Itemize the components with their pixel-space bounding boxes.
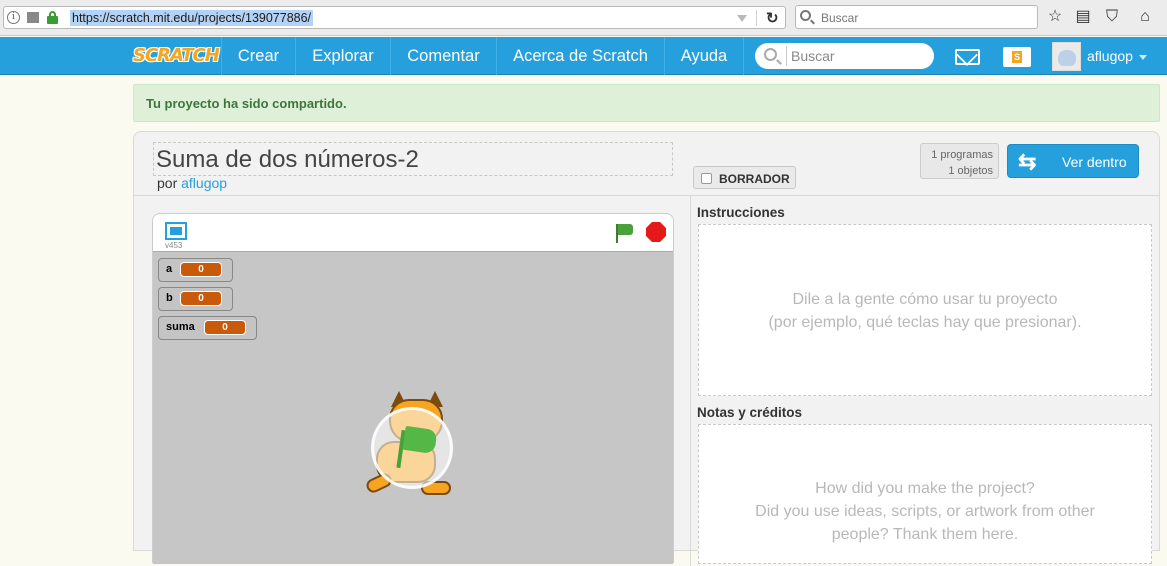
cat-avatar-icon [1058, 50, 1076, 66]
notes-field[interactable]: How did you make the project? Did you us… [698, 424, 1152, 564]
page-icon [27, 12, 39, 23]
nav-acerca[interactable]: Acerca de Scratch [496, 37, 664, 75]
variable-monitor-suma: suma 0 [158, 316, 257, 340]
see-inside-button[interactable]: ⇆ Ver dentro [1007, 144, 1139, 178]
nav-crear[interactable]: Crear [221, 37, 295, 75]
notes-title: Notas y créditos [697, 405, 803, 420]
username[interactable]: aflugop [1087, 48, 1133, 64]
notes-hint-1: How did you make the project? [815, 480, 1035, 497]
byline: por aflugop [157, 175, 227, 191]
variable-value: 0 [204, 320, 246, 335]
notes-hint-2: Did you use ideas, scripts, or artwork f… [755, 503, 1095, 520]
lock-icon[interactable] [47, 11, 58, 24]
pocket-icon[interactable]: ⛉ [1103, 8, 1121, 26]
url-separator [756, 10, 757, 26]
draft-checkbox[interactable] [701, 173, 712, 184]
browser-search-input[interactable]: Buscar [795, 5, 1038, 29]
variable-value: 0 [180, 262, 222, 277]
address-bar[interactable]: i https://scratch.mit.edu/projects/13907… [3, 6, 786, 29]
instructions-title: Instrucciones [697, 205, 785, 220]
stage-player: v453 a 0 b 0 suma 0 [152, 213, 674, 564]
instructions-field[interactable]: Dile a la gente cómo usar tu proyecto (p… [698, 224, 1152, 396]
reading-list-icon[interactable]: ▤ [1074, 8, 1092, 26]
url-text[interactable]: https://scratch.mit.edu/projects/1390778… [70, 10, 314, 26]
site-navbar: SCRATCH Crear Explorar Comentar Acerca d… [0, 37, 1167, 75]
instructions-hint-2: (por ejemplo, qué teclas hay que presion… [768, 314, 1082, 331]
project-stats: 1 programas 1 objetos [920, 143, 999, 179]
avatar[interactable] [1052, 42, 1081, 71]
variable-value: 0 [180, 291, 222, 306]
search-icon [800, 10, 811, 21]
bookmark-star-icon[interactable]: ☆ [1046, 8, 1064, 26]
play-overlay-flag-icon[interactable] [371, 407, 453, 489]
column-divider [690, 196, 691, 566]
nav-explorar[interactable]: Explorar [295, 37, 390, 75]
nav-comentar[interactable]: Comentar [390, 37, 496, 75]
swap-arrows-icon: ⇆ [1018, 149, 1037, 174]
url-dropdown-icon[interactable] [737, 15, 747, 22]
my-stuff-icon[interactable]: S [1003, 47, 1031, 67]
search-divider [786, 46, 787, 66]
card-divider [134, 195, 1159, 196]
site-search-placeholder: Buscar [791, 48, 835, 64]
stage[interactable]: a 0 b 0 suma 0 [153, 251, 673, 564]
instructions-hint-1: Dile a la gente cómo usar tu proyecto [792, 291, 1058, 308]
variable-monitor-b: b 0 [158, 287, 233, 311]
info-icon[interactable]: i [7, 11, 20, 24]
reload-icon[interactable]: ↻ [766, 9, 779, 27]
fullscreen-icon[interactable] [165, 222, 187, 240]
chevron-down-icon[interactable] [1139, 55, 1147, 60]
notes-hint-3: people? Thank them here. [831, 526, 1019, 543]
draft-toggle[interactable]: BORRADOR [693, 166, 796, 189]
project-card: Suma de dos números-2 por aflugop BORRAD… [133, 131, 1160, 566]
project-title-field[interactable]: Suma de dos números-2 [153, 142, 673, 176]
variable-name: b [166, 292, 173, 304]
shared-notice: Tu proyecto ha sido compartido. [133, 84, 1160, 122]
draft-label: BORRADOR [719, 172, 790, 186]
site-search-input[interactable]: Buscar [755, 43, 934, 69]
browser-search-placeholder: Buscar [821, 11, 859, 25]
see-inside-label: Ver dentro [1062, 154, 1127, 170]
shared-notice-text: Tu proyecto ha sido compartido. [146, 96, 347, 111]
byline-prefix: por [157, 175, 178, 191]
variable-name: a [166, 263, 173, 275]
nav-ayuda[interactable]: Ayuda [664, 37, 744, 75]
my-stuff-letter: S [1012, 51, 1022, 63]
messages-icon[interactable] [955, 49, 980, 65]
variable-monitor-a: a 0 [158, 258, 233, 282]
scratch-logo[interactable]: SCRATCH [133, 43, 220, 69]
search-icon [764, 48, 777, 61]
stats-sprites: 1 objetos [948, 165, 993, 177]
project-title: Suma de dos números-2 [156, 146, 419, 173]
stats-scripts: 1 programas [931, 149, 993, 161]
green-flag-icon[interactable] [613, 222, 637, 244]
home-icon[interactable]: ⌂ [1136, 8, 1154, 26]
author-link[interactable]: aflugop [181, 175, 227, 191]
player-version: v453 [165, 241, 183, 250]
browser-toolbar: i https://scratch.mit.edu/projects/13907… [0, 0, 1167, 36]
stop-icon[interactable] [646, 222, 666, 242]
variable-name: suma [166, 321, 195, 333]
